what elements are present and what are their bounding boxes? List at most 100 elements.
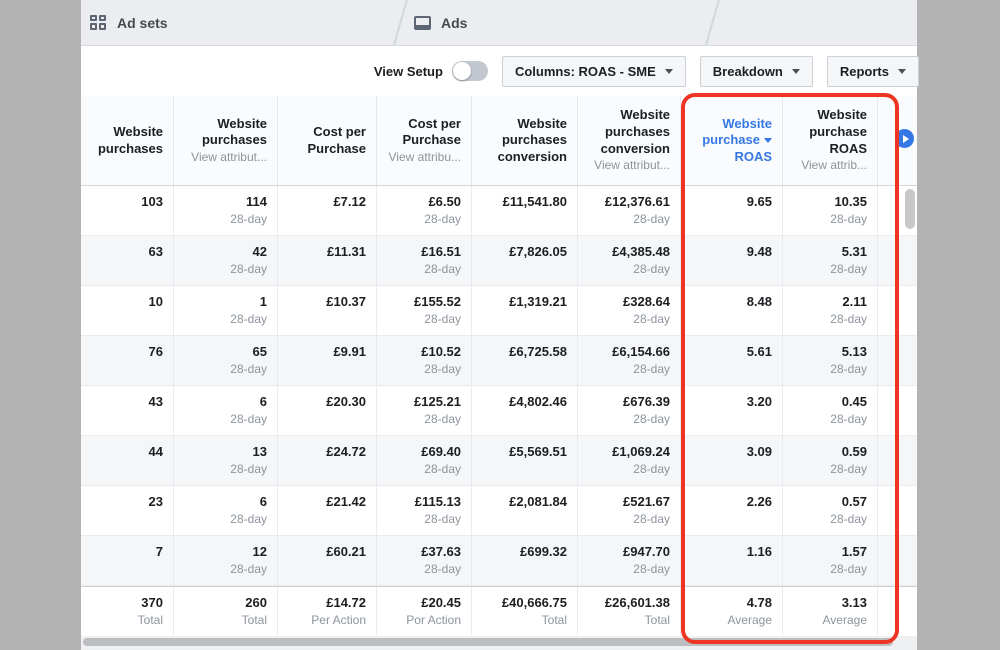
cell-r6-c6: £1,069.2428-day [578, 436, 681, 485]
cell-sublabel: 28-day [787, 312, 867, 326]
cell-sublabel: 28-day [787, 512, 867, 526]
cell-sublabel: 28-day [582, 362, 670, 376]
arrow-right-icon [903, 135, 909, 143]
table-row[interactable]: 10311428-day£7.12£6.5028-day£11,541.80£1… [81, 186, 917, 236]
column-title-line: Website [722, 116, 772, 133]
cell-value: 7 [85, 544, 163, 559]
cell-value: 9.65 [685, 194, 772, 209]
cell-r4-c1: 76 [81, 336, 174, 385]
ads-manager-screenshot: Ad sets Ads View Setup Columns: ROAS - S… [0, 0, 1000, 650]
cell-summary-c5: £40,666.75 Total [472, 587, 578, 636]
table-row[interactable]: 10128-day£10.37£155.5228-day£1,319.21£32… [81, 286, 917, 336]
cell-r1-c5: £11,541.80 [472, 186, 578, 235]
cell-sublabel: 28-day [381, 512, 461, 526]
column-title: Website purchases conversion [476, 116, 567, 166]
cell-r5-c3: £20.30 [278, 386, 377, 435]
cell-value: £37.63 [381, 544, 461, 559]
vertical-scrollbar-thumb[interactable] [905, 189, 915, 229]
column-header-website-purchases[interactable]: Website purchases [81, 96, 174, 185]
cell-value: 2.11 [787, 294, 867, 309]
cell-sublabel: Total [85, 613, 163, 627]
column-header-purchases-conversion[interactable]: Website purchases conversion [472, 96, 578, 185]
cell-r7-c3: £21.42 [278, 486, 377, 535]
scroll-columns-right-button[interactable] [895, 129, 914, 148]
sort-chevron-down-icon [764, 138, 772, 143]
cell-summary-c3: £14.72Per Action [278, 587, 377, 636]
cell-value: 23 [85, 494, 163, 509]
cell-value: £26,601.38 [582, 595, 670, 610]
table-row[interactable]: 766528-day£9.91£10.5228-day£6,725.58£6,1… [81, 336, 917, 386]
column-header-cost-per-purchase-attr[interactable]: Cost per Purchase View attribu... [377, 96, 472, 185]
cell-value: 6 [178, 394, 267, 409]
cell-value: £2,081.84 [476, 494, 567, 509]
cell-sublabel: Per Action [282, 613, 366, 627]
table-row[interactable]: 71228-day£60.21£37.6328-day£699.32£947.7… [81, 536, 917, 586]
cell-sublabel: 28-day [381, 312, 461, 326]
cell-sublabel: 28-day [381, 362, 461, 376]
cell-summary-c7: 4.78Average [681, 587, 783, 636]
cell-value: £16.51 [381, 244, 461, 259]
cell-value: 8.48 [685, 294, 772, 309]
cell-value: 1.16 [685, 544, 772, 559]
cell-r6-c4: £69.4028-day [377, 436, 472, 485]
cell-r3-c5: £1,319.21 [472, 286, 578, 335]
cell-sublabel: 28-day [787, 362, 867, 376]
column-header-cost-per-purchase[interactable]: Cost per Purchase [278, 96, 377, 185]
view-setup-toggle[interactable] [452, 61, 488, 81]
column-title: Cost per Purchase [282, 124, 366, 157]
cell-r1-c7: 9.65 [681, 186, 783, 235]
cell-value: £5,569.51 [476, 444, 567, 459]
column-header-purchases-conversion-attr[interactable]: Website purchases conversion View attrib… [578, 96, 681, 185]
cell-sublabel: 28-day [787, 212, 867, 226]
columns-dropdown-button[interactable]: Columns: ROAS - SME [502, 56, 686, 87]
column-header-purchase-roas-sorted[interactable]: Website purchase ROAS [681, 96, 783, 185]
tab-ad-sets[interactable]: Ad sets [90, 0, 168, 45]
cell-sublabel: 28-day [178, 262, 267, 276]
cell-sublabel: Total [582, 613, 670, 627]
cell-sublabel: 28-day [787, 412, 867, 426]
cell-sublabel: Total [178, 613, 267, 627]
table-row[interactable]: 634228-day£11.31£16.5128-day£7,826.05£4,… [81, 236, 917, 286]
content-area: Ad sets Ads View Setup Columns: ROAS - S… [81, 0, 917, 650]
row-spacer [878, 336, 917, 385]
cell-r5-c2: 628-day [174, 386, 278, 435]
horizontal-scrollbar-thumb[interactable] [83, 638, 893, 646]
cell-value: 10.35 [787, 194, 867, 209]
horizontal-scrollbar[interactable] [81, 636, 917, 650]
table-row[interactable]: 441328-day£24.72£69.4028-day£5,569.51£1,… [81, 436, 917, 486]
ad-sets-grid-icon [90, 15, 107, 31]
cell-sublabel: 28-day [178, 212, 267, 226]
cell-r4-c4: £10.5228-day [377, 336, 472, 385]
cell-value: £21.42 [282, 494, 366, 509]
cell-r6-c3: £24.72 [278, 436, 377, 485]
cell-value: £6.50 [381, 194, 461, 209]
cell-sublabel: Total [476, 613, 567, 627]
cell-value: £1,069.24 [582, 444, 670, 459]
cell-value: 260 [178, 595, 267, 610]
cell-value: £6,154.66 [582, 344, 670, 359]
breakdown-dropdown-button[interactable]: Breakdown [700, 56, 813, 87]
cell-sublabel: 28-day [178, 312, 267, 326]
cell-value: 370 [85, 595, 163, 610]
cell-sublabel: 28-day [582, 212, 670, 226]
reports-dropdown-button[interactable]: Reports [827, 56, 919, 87]
column-header-purchase-roas-attr[interactable]: Website purchase ROAS View attrib... [783, 96, 878, 185]
tab-ads[interactable]: Ads [414, 0, 467, 45]
cell-value: £11,541.80 [476, 194, 567, 209]
cell-r7-c5: £2,081.84 [472, 486, 578, 535]
column-subtitle: View attribu... [389, 150, 461, 165]
cell-r4-c2: 6528-day [174, 336, 278, 385]
table-row[interactable]: 43628-day£20.30£125.2128-day£4,802.46£67… [81, 386, 917, 436]
reports-dropdown-label: Reports [840, 64, 889, 79]
cell-r8-c2: 1228-day [174, 536, 278, 585]
cell-r7-c4: £115.1328-day [377, 486, 472, 535]
column-title: Website purchase ROAS [787, 107, 867, 157]
cell-r7-c7: 2.26 [681, 486, 783, 535]
cell-value: £10.37 [282, 294, 366, 309]
column-header-website-purchases-attr[interactable]: Website purchases View attribut... [174, 96, 278, 185]
cell-r4-c3: £9.91 [278, 336, 377, 385]
cell-sublabel: 28-day [381, 262, 461, 276]
cell-value: £40,666.75 [476, 595, 567, 610]
cell-value: 3.20 [685, 394, 772, 409]
table-row[interactable]: 23628-day£21.42£115.1328-day£2,081.84£52… [81, 486, 917, 536]
